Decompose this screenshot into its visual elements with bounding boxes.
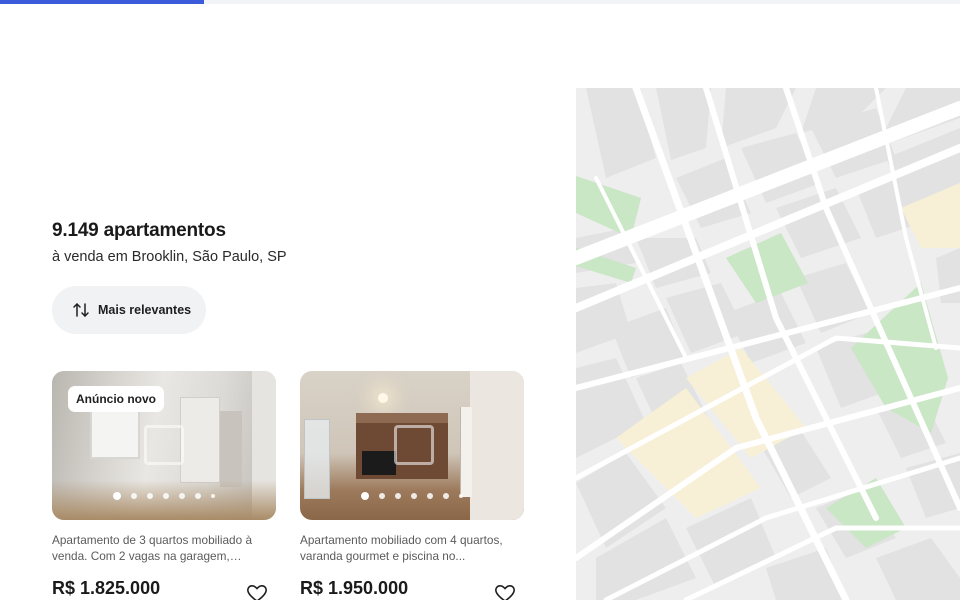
carousel-dot[interactable]	[131, 493, 137, 499]
favorite-button[interactable]	[492, 581, 518, 600]
carousel-dot[interactable]	[179, 493, 185, 499]
carousel-dot[interactable]	[195, 493, 201, 499]
photo-carousel-dots[interactable]	[300, 492, 524, 500]
photo-tv	[362, 451, 396, 475]
results-location: à venda em Brooklin, São Paulo, SP	[52, 249, 287, 265]
watermark-logo	[394, 425, 434, 465]
new-listing-badge: Anúncio novo	[68, 386, 164, 412]
carousel-dot[interactable]	[379, 493, 385, 499]
carousel-dot[interactable]	[113, 492, 121, 500]
map-canvas[interactable]	[576, 88, 960, 600]
photo-door	[460, 407, 472, 497]
carousel-dot[interactable]	[395, 493, 401, 499]
carousel-dot[interactable]	[411, 493, 417, 499]
favorite-button[interactable]	[244, 581, 270, 600]
carousel-dot[interactable]	[163, 493, 169, 499]
photo-carousel-dots[interactable]	[52, 492, 276, 500]
carousel-dot[interactable]	[427, 493, 433, 499]
sort-button[interactable]: Mais relevantes	[52, 286, 206, 334]
listing-card[interactable]: Anúncio novo Apartamento de 3 quartos mo…	[52, 371, 276, 600]
carousel-dot[interactable]	[443, 493, 449, 499]
photo-glass-door	[304, 419, 330, 499]
heart-icon	[495, 585, 515, 600]
heart-icon	[247, 585, 267, 600]
photo-cabinet	[180, 397, 220, 483]
sort-arrows-icon	[72, 301, 90, 319]
photo-ceiling-light	[378, 393, 388, 403]
carousel-dot[interactable]	[361, 492, 369, 500]
listing-description: Apartamento mobiliado com 4 quartos, var…	[300, 533, 503, 563]
page-loading-progress	[0, 0, 960, 4]
listing-description: Apartamento de 3 quartos mobiliado à ven…	[52, 533, 253, 563]
listing-price: R$ 1.825.000	[52, 578, 161, 598]
watermark-logo	[144, 425, 184, 465]
map[interactable]	[576, 88, 960, 600]
carousel-dot[interactable]	[147, 493, 153, 499]
listing-card[interactable]: Apartamento mobiliado com 4 quartos, var…	[300, 371, 524, 600]
carousel-dot[interactable]	[211, 494, 215, 498]
listing-photo[interactable]: Anúncio novo	[52, 371, 276, 520]
page-loading-progress-fill	[0, 0, 205, 4]
photo-door	[220, 411, 242, 487]
sort-label: Mais relevantes	[98, 303, 192, 317]
listing-photo[interactable]	[300, 371, 524, 520]
listing-price: R$ 1.950.000	[300, 578, 409, 598]
results-count: 9.149 apartamentos	[52, 220, 226, 241]
carousel-dot[interactable]	[459, 494, 463, 498]
